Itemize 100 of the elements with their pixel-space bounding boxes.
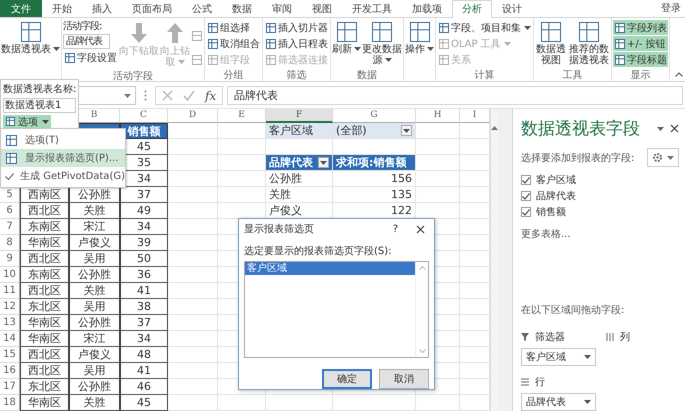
ribbon-button[interactable]: 插入切片器: [264, 20, 329, 35]
table-icon: [207, 22, 219, 34]
ribbon-tab[interactable]: 数据: [222, 0, 262, 17]
empty-cell: [168, 203, 218, 219]
pivot-cell: 公孙胜: [266, 171, 333, 187]
cell-text: (全部): [336, 123, 367, 138]
ribbon-button[interactable]: 字段设置: [63, 50, 118, 65]
row-header[interactable]: 17: [0, 379, 20, 395]
row-header[interactable]: 14: [0, 331, 20, 347]
table-icon: [5, 116, 16, 127]
check-icon[interactable]: [183, 90, 195, 101]
ribbon-button[interactable]: 插入日程表: [264, 36, 329, 51]
row-header[interactable]: 13: [0, 315, 20, 331]
scrollbar[interactable]: [490, 109, 498, 411]
file-tab[interactable]: 文件: [0, 0, 42, 17]
row-header[interactable]: 12: [0, 299, 20, 315]
insert-function-button[interactable]: fx: [205, 88, 216, 102]
row-header[interactable]: 11: [0, 283, 20, 299]
table-cell: 东北区: [20, 379, 69, 395]
checkbox[interactable]: [521, 175, 531, 185]
column-header[interactable]: E: [218, 109, 266, 123]
column-header[interactable]: D: [168, 109, 218, 123]
column-header[interactable]: H: [416, 109, 460, 123]
ribbon-button[interactable]: 字段、项目和集: [437, 20, 532, 35]
field-list[interactable]: 客户区域: [244, 261, 429, 358]
ribbon-button[interactable]: 组选择: [206, 20, 261, 35]
column-header[interactable]: C: [120, 109, 168, 123]
dialog-button[interactable]: 确定: [322, 369, 372, 389]
active-field-input[interactable]: 品牌代表: [63, 34, 110, 49]
area-field[interactable]: 客户区域: [521, 348, 596, 366]
ribbon-tab[interactable]: 公式: [182, 0, 222, 17]
ribbon-button[interactable]: +/- 按钮: [613, 36, 668, 51]
ribbon-button[interactable]: 数据透视图: [535, 20, 567, 67]
column-header[interactable]: F: [266, 109, 333, 123]
check-icon: [5, 172, 14, 180]
ribbon-tab[interactable]: 视图: [302, 0, 342, 17]
row-header[interactable]: 8: [0, 235, 20, 251]
group-label: 分组: [222, 69, 244, 81]
area-field[interactable]: 品牌代表: [521, 393, 596, 411]
filter-dropdown-button[interactable]: [401, 125, 412, 136]
settings-button[interactable]: [647, 148, 679, 167]
ribbon-button[interactable]: 刷新: [332, 20, 361, 56]
ribbon-button[interactable]: 操作: [405, 20, 434, 56]
column-header[interactable]: G: [333, 109, 416, 123]
row-header[interactable]: 15: [0, 347, 20, 363]
row-header[interactable]: 9: [0, 251, 20, 267]
table-cell: 46: [120, 379, 168, 395]
sign-in-link[interactable]: 登录: [657, 0, 685, 17]
row-header[interactable]: 16: [0, 363, 20, 379]
field-label[interactable]: 品牌代表: [536, 189, 576, 203]
dialog-button[interactable]: 取消: [379, 369, 429, 389]
row-header[interactable]: 10: [0, 267, 20, 283]
ribbon-button[interactable]: 字段列表: [613, 20, 668, 35]
table-cell: 卢俊义: [69, 235, 120, 251]
ribbon-button[interactable]: 更改数据源: [362, 20, 402, 67]
ribbon-tab[interactable]: 加载项: [402, 0, 452, 17]
field-label[interactable]: 客户区域: [536, 173, 576, 187]
table-cell: 36: [120, 267, 168, 283]
more-tables-link[interactable]: 更多表格...: [521, 227, 679, 241]
ribbon-tab[interactable]: 插入: [82, 0, 122, 17]
ribbon-tab[interactable]: 分析: [452, 0, 492, 18]
checkbox[interactable]: [521, 207, 531, 217]
empty-cell: [168, 139, 218, 155]
list-item[interactable]: 客户区域: [245, 262, 415, 275]
formula-field[interactable]: 品牌代表: [227, 86, 683, 105]
checkbox[interactable]: [521, 191, 531, 201]
options-button[interactable]: 选项: [3, 115, 51, 128]
menu-item[interactable]: 显示报表筛选页(P)...: [1, 149, 125, 167]
table-header-cell: 销售额: [120, 123, 168, 139]
ribbon-button[interactable]: 取消组合: [206, 36, 261, 51]
ribbon-button[interactable]: 字段标题: [613, 52, 668, 67]
table-cell: 关胜: [69, 395, 120, 411]
table-icon: [578, 21, 600, 43]
ribbon-tab[interactable]: 审阅: [262, 0, 302, 17]
table-cell: 48: [120, 347, 168, 363]
help-button[interactable]: ?: [392, 224, 398, 234]
ribbon-button[interactable]: 推荐的数据透视表: [568, 20, 610, 67]
ribbon-tab[interactable]: 开始: [42, 0, 82, 17]
row-header[interactable]: 18: [0, 395, 20, 411]
row-header[interactable]: 6: [0, 203, 20, 219]
close-icon[interactable]: [670, 124, 679, 133]
group-label: 筛选: [286, 68, 308, 81]
collapse-icon[interactable]: [675, 72, 683, 77]
ribbon-tab[interactable]: 开发工具: [342, 0, 402, 17]
arrow-up-icon[interactable]: [491, 126, 498, 130]
table-cell: 华南区: [20, 235, 69, 251]
field-label[interactable]: 销售额: [536, 205, 566, 219]
table-icon: [207, 38, 219, 50]
column-header[interactable]: I: [460, 109, 490, 123]
row-header[interactable]: 7: [0, 219, 20, 235]
drag-handle-icon[interactable]: [144, 90, 147, 101]
close-button[interactable]: [416, 224, 425, 234]
scrollbar[interactable]: [415, 262, 428, 357]
pivot-name-field[interactable]: 数据透视表1: [3, 98, 76, 113]
ribbon-button[interactable]: 数据透视表: [1, 20, 60, 56]
filter-dropdown-button[interactable]: [318, 157, 329, 168]
areas-prompt: 在以下区域间拖动字段:: [521, 304, 626, 317]
ribbon-tab[interactable]: 页面布局: [122, 0, 182, 17]
empty-cell: [168, 395, 218, 411]
ribbon-tab[interactable]: 设计: [492, 0, 532, 17]
